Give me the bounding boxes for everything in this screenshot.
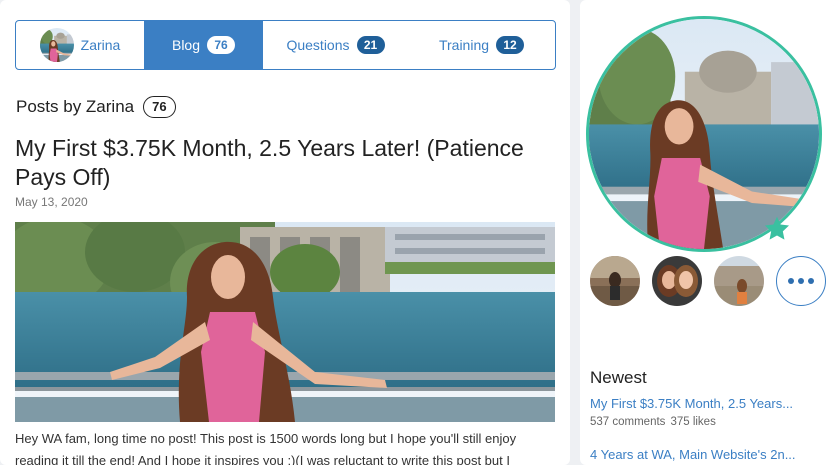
photo-thumbnail[interactable] bbox=[714, 256, 764, 306]
tab-questions-count-badge: 21 bbox=[356, 36, 385, 54]
tab-questions[interactable]: Questions 21 bbox=[263, 21, 408, 69]
posts-header: Posts by Zarina 76 bbox=[16, 96, 176, 118]
newest-post-item: 4 Years at WA, Main Website's 2n... bbox=[590, 447, 830, 462]
post-excerpt: Hey WA fam, long time no post! This post… bbox=[15, 431, 517, 465]
tab-profile-label: Zarina bbox=[80, 37, 121, 53]
tab-questions-label: Questions bbox=[286, 37, 350, 53]
tab-profile[interactable]: Zarina bbox=[16, 21, 144, 69]
post-title[interactable]: My First $3.75K Month, 2.5 Years Later! … bbox=[15, 134, 560, 192]
newest-post-comments: 537 comments bbox=[590, 416, 666, 428]
tab-blog-label: Blog bbox=[171, 37, 201, 53]
newest-post-likes: 375 likes bbox=[670, 416, 716, 428]
newest-post-link[interactable]: My First $3.75K Month, 2.5 Years... bbox=[590, 396, 830, 411]
newest-heading: Newest bbox=[590, 368, 647, 387]
user-avatar bbox=[40, 28, 74, 62]
tab-blog-count-badge: 76 bbox=[207, 36, 236, 54]
more-photos-button[interactable] bbox=[776, 256, 826, 306]
profile-sidebar: Newest My First $3.75K Month, 2.5 Years.… bbox=[580, 0, 840, 465]
newest-post-item: My First $3.75K Month, 2.5 Years... 537 … bbox=[590, 396, 830, 428]
photo-thumbnails bbox=[590, 256, 830, 306]
posts-header-label: Posts by Zarina bbox=[16, 97, 135, 116]
photo-thumbnail[interactable] bbox=[590, 256, 640, 306]
star-icon bbox=[764, 216, 790, 240]
newest-post-meta: 537 comments 375 likes bbox=[590, 416, 830, 428]
tab-blog[interactable]: Blog 76 bbox=[144, 21, 263, 69]
main-content-card: Zarina Blog 76 Questions 21 Training 12 … bbox=[0, 0, 570, 465]
more-dots-icon bbox=[788, 278, 794, 284]
tab-training-count-badge: 12 bbox=[496, 36, 525, 54]
tab-training-label: Training bbox=[438, 37, 490, 53]
newest-post-link[interactable]: 4 Years at WA, Main Website's 2n... bbox=[590, 447, 830, 462]
profile-tabs: Zarina Blog 76 Questions 21 Training 12 bbox=[15, 20, 556, 70]
post-date: May 13, 2020 bbox=[15, 195, 88, 209]
posts-count-badge: 76 bbox=[143, 96, 176, 118]
tab-training[interactable]: Training 12 bbox=[408, 21, 555, 69]
photo-thumbnail[interactable] bbox=[652, 256, 702, 306]
post-featured-image[interactable] bbox=[15, 222, 555, 422]
